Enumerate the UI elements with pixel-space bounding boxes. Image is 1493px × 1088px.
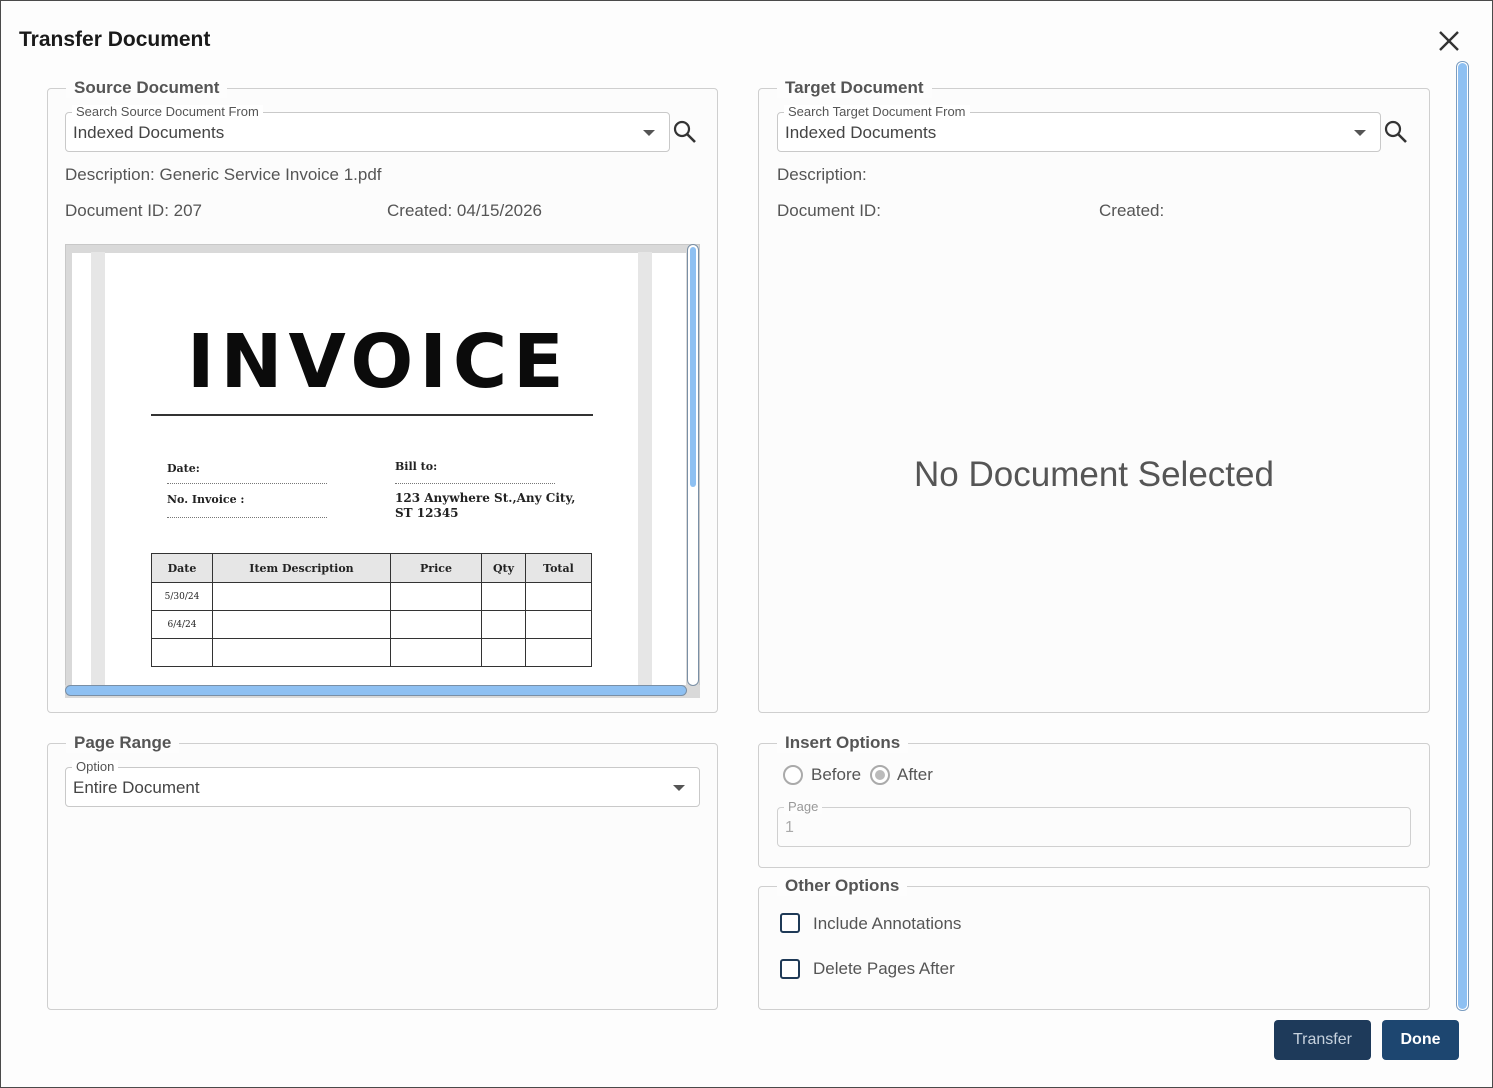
- before-label[interactable]: Before: [811, 765, 861, 785]
- invoice-bill-to-line: [395, 483, 555, 484]
- target-created: Created:: [1099, 201, 1165, 220]
- search-icon[interactable]: [672, 119, 698, 145]
- table-cell: [481, 610, 526, 639]
- insert-options-legend: Insert Options: [777, 733, 909, 753]
- chevron-down-icon: [643, 130, 655, 136]
- target-document-id: Document ID:: [777, 201, 881, 220]
- close-icon[interactable]: [1435, 27, 1463, 55]
- delete-pages-after-checkbox[interactable]: [780, 959, 800, 979]
- include-annotations-checkbox[interactable]: [780, 913, 800, 933]
- invoice-address: 123 Anywhere St.,Any City, ST 12345: [395, 491, 576, 520]
- invoice-table: Date Item Description Price Qty Total 5/…: [151, 553, 592, 667]
- other-options-group: Other Options: [758, 876, 1430, 1010]
- source-search-value: Indexed Documents: [73, 123, 225, 142]
- source-document-id: Document ID: 207: [65, 201, 203, 220]
- delete-pages-after-label[interactable]: Delete Pages After: [813, 959, 955, 979]
- no-document-selected-message: No Document Selected: [914, 455, 1274, 494]
- source-search-select[interactable]: Search Source Document From Indexed Docu…: [65, 105, 670, 152]
- preview-gutter-right: [638, 252, 652, 692]
- table-cell: [151, 638, 213, 667]
- page-number-input[interactable]: Page 1: [777, 800, 1411, 847]
- after-label[interactable]: After: [897, 765, 933, 785]
- invoice-number-label: No. Invoice :: [167, 493, 245, 506]
- dialog-title: Transfer Document: [19, 28, 211, 51]
- source-description: Description: Generic Service Invoice 1.p…: [65, 165, 382, 184]
- invoice-date-label: Date:: [167, 462, 200, 475]
- invoice-number-line: [167, 517, 327, 518]
- table-cell: 5/30/24: [151, 582, 213, 611]
- table-row: [151, 638, 592, 667]
- page-range-option-label: Option: [72, 760, 119, 774]
- other-options-legend: Other Options: [777, 876, 908, 896]
- source-document-legend: Source Document: [66, 78, 228, 98]
- invoice-col-total: Total: [525, 553, 592, 583]
- transfer-document-dialog: Transfer Document Source Document Search…: [0, 0, 1493, 1088]
- dialog-scrollbar-thumb[interactable]: [1458, 63, 1467, 1009]
- page-number-value: 1: [785, 819, 794, 836]
- target-search-value: Indexed Documents: [785, 123, 937, 142]
- include-annotations-label[interactable]: Include Annotations: [813, 914, 961, 934]
- table-row: 6/4/24: [151, 610, 592, 639]
- invoice-col-date: Date: [151, 553, 213, 583]
- after-radio[interactable]: [870, 765, 890, 785]
- table-cell: [212, 610, 391, 639]
- invoice-date-line: [167, 483, 327, 484]
- target-description: Description:: [777, 165, 867, 184]
- source-created: Created: 04/15/2026: [387, 201, 543, 220]
- chevron-down-icon: [1354, 130, 1366, 136]
- table-row: 5/30/24: [151, 582, 592, 611]
- target-search-label: Search Target Document From: [784, 105, 970, 119]
- invoice-col-qty: Qty: [481, 553, 526, 583]
- target-search-select[interactable]: Search Target Document From Indexed Docu…: [777, 105, 1381, 152]
- preview-vertical-scrollbar-thumb[interactable]: [690, 247, 696, 487]
- table-cell: [390, 582, 482, 611]
- table-cell: [525, 638, 592, 667]
- table-cell: [525, 610, 592, 639]
- before-radio[interactable]: [783, 765, 803, 785]
- chevron-down-icon: [673, 785, 685, 791]
- page-range-legend: Page Range: [66, 733, 180, 753]
- insert-options-group: Insert Options: [758, 733, 1430, 868]
- search-icon[interactable]: [1383, 119, 1409, 145]
- dialog-scrollbar[interactable]: [1456, 61, 1469, 1011]
- invoice-col-item: Item Description: [212, 553, 391, 583]
- table-cell: [481, 582, 526, 611]
- table-cell: 6/4/24: [151, 610, 213, 639]
- page-range-option-value: Entire Document: [73, 778, 200, 797]
- invoice-divider: [151, 414, 593, 416]
- table-cell: [212, 582, 391, 611]
- table-cell: [525, 582, 592, 611]
- preview-gutter-left: [91, 252, 105, 692]
- table-cell: [481, 638, 526, 667]
- table-cell: [390, 638, 482, 667]
- page-number-label: Page: [784, 800, 823, 814]
- source-search-label: Search Source Document From: [72, 105, 263, 119]
- preview-vertical-scrollbar[interactable]: [687, 244, 699, 686]
- preview-horizontal-scrollbar[interactable]: [65, 685, 687, 696]
- target-document-legend: Target Document: [777, 78, 932, 98]
- table-cell: [212, 638, 391, 667]
- invoice-title: INVOICE: [187, 319, 570, 405]
- transfer-button[interactable]: Transfer: [1274, 1020, 1371, 1060]
- invoice-col-price: Price: [390, 553, 482, 583]
- invoice-bill-to-label: Bill to:: [395, 460, 438, 473]
- table-cell: [390, 610, 482, 639]
- page-range-select[interactable]: Option Entire Document: [65, 760, 700, 807]
- done-button[interactable]: Done: [1382, 1020, 1459, 1060]
